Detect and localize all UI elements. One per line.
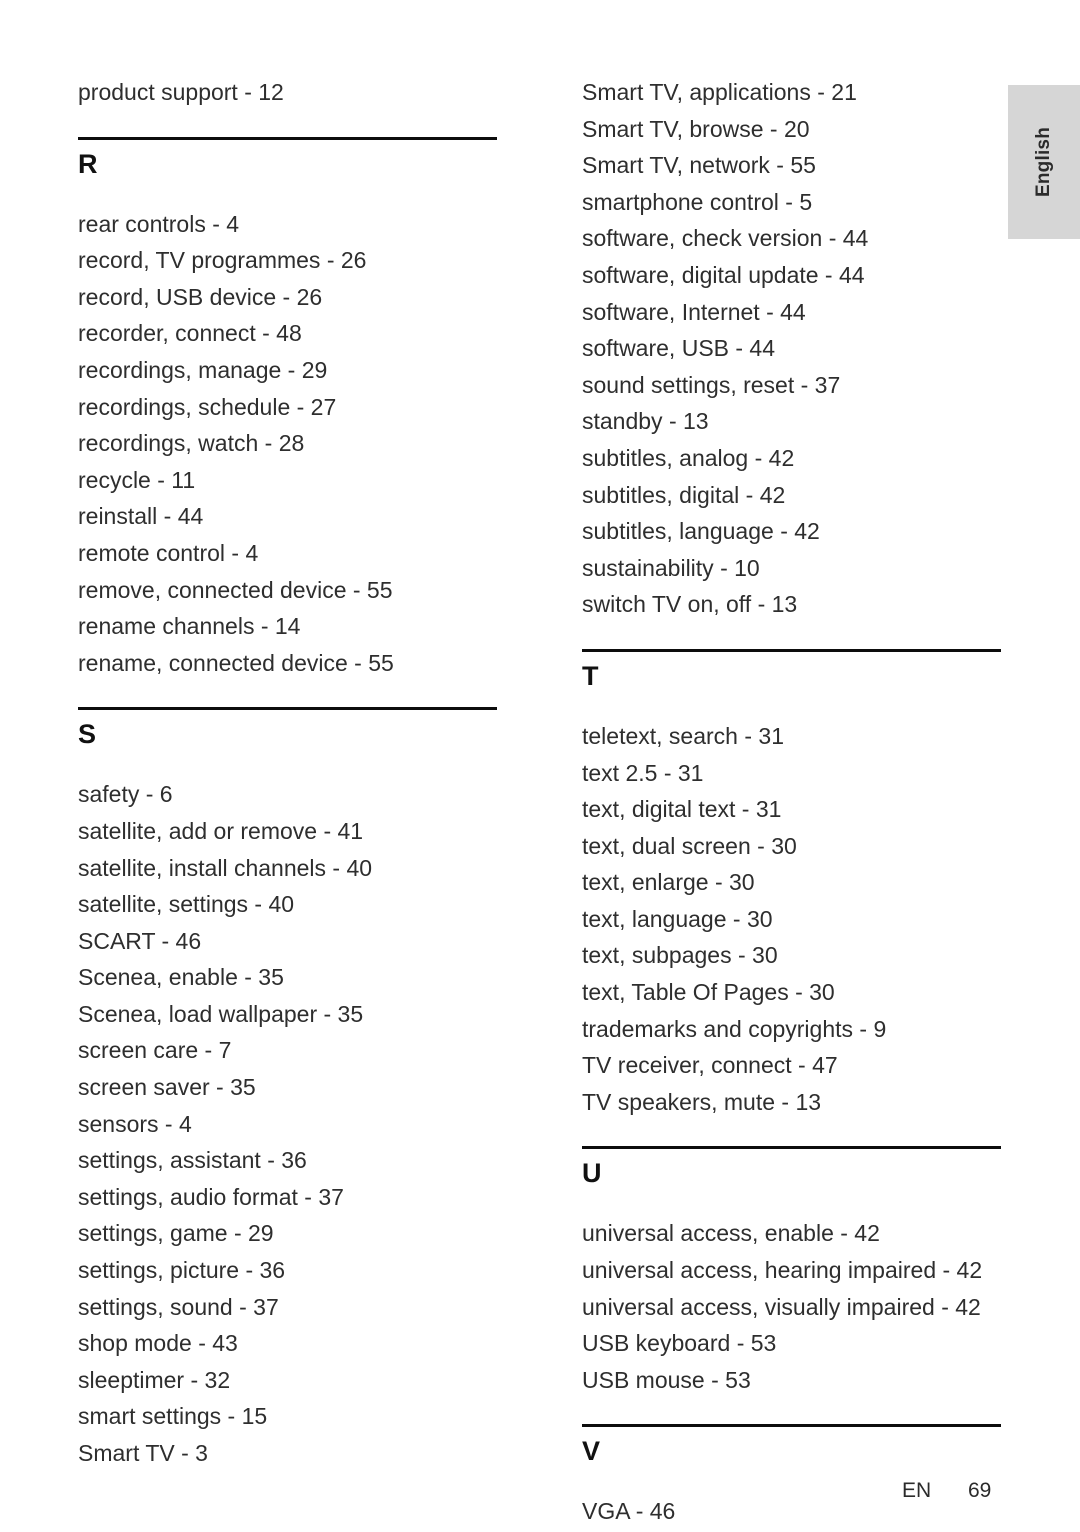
index-entry: software, Internet - 44 — [582, 298, 806, 325]
index-entry: safety - 6 — [78, 781, 173, 808]
index-page: English product support - 12 Rrear contro… — [0, 0, 1080, 1532]
index-entry: record, TV programmes - 26 — [78, 247, 367, 274]
index-entry: switch TV on, off - 13 — [582, 591, 798, 618]
index-entry: text 2.5 - 31 — [582, 759, 704, 786]
index-entry: text, language - 30 — [582, 905, 773, 932]
index-letter-section: S — [78, 707, 497, 776]
index-entry: subtitles, digital - 42 — [582, 481, 786, 508]
index-entry: text, digital text - 31 — [582, 796, 782, 823]
index-entry: shop mode - 43 — [78, 1330, 238, 1357]
index-entry: Smart TV, network - 55 — [582, 152, 816, 179]
index-entry: Scenea, enable - 35 — [78, 964, 284, 991]
index-column-left: product support - 12 Rrear controls - 4 re… — [78, 74, 497, 1472]
index-entry: Smart TV - 3 — [78, 1440, 208, 1466]
index-entry: sleeptimer - 32 — [78, 1366, 231, 1393]
index-entry: USB keyboard - 53 — [582, 1330, 777, 1357]
index-entry: screen care - 7 — [78, 1037, 232, 1064]
index-entry: teletext, search - 31 — [582, 722, 784, 749]
index-entry: record, USB device - 26 — [78, 283, 323, 310]
index-entry: recorder, connect - 48 — [78, 320, 302, 347]
index-entry: sustainability - 10 — [582, 554, 760, 581]
index-entry: Scenea, load wallpaper - 35 — [78, 1000, 364, 1027]
index-entry: software, USB - 44 — [582, 335, 776, 362]
index-entry: subtitles, language - 42 — [582, 518, 820, 545]
index-letter-heading: U — [582, 1158, 602, 1189]
index-entry: rename, connected device - 55 — [78, 649, 394, 676]
index-entry: sound settings, reset - 37 — [582, 371, 841, 398]
index-entry: recordings, schedule - 27 — [78, 393, 337, 420]
index-letter-heading: S — [78, 719, 97, 750]
index-entry: trademarks and copyrights - 9 — [582, 1015, 887, 1042]
index-entry: universal access, hearing impaired - 42 — [582, 1257, 983, 1284]
index-letter-section: U — [582, 1146, 1001, 1215]
footer-page-number: 69 — [968, 1479, 992, 1502]
index-letter-heading: T — [582, 660, 599, 691]
index-entry: TV speakers, mute - 13 — [582, 1088, 822, 1115]
index-entry: recordings, manage - 29 — [78, 356, 328, 383]
index-entry: rear controls - 4 — [78, 210, 240, 237]
index-entry: subtitles, analog - 42 — [582, 444, 795, 471]
index-entry: text, enlarge - 30 — [582, 869, 755, 896]
index-entry: screen saver - 35 — [78, 1074, 256, 1101]
index-entry: text, Table Of Pages - 30 — [582, 979, 835, 1006]
index-entry: satellite, settings - 40 — [78, 891, 295, 918]
footer-language-code: EN — [902, 1479, 932, 1502]
index-entry: text, dual screen - 30 — [582, 832, 797, 859]
index-entry: settings, picture - 36 — [78, 1257, 286, 1284]
index-entry: settings, sound - 37 — [78, 1293, 279, 1320]
index-entry: recycle - 11 — [78, 466, 196, 493]
index-entry: sensors - 4 — [78, 1110, 192, 1137]
page-footer: EN 69 — [0, 1479, 1080, 1511]
index-entry: remote control - 4 — [78, 539, 259, 566]
index-entry: reinstall - 44 — [78, 503, 204, 530]
language-tab-label: English — [1033, 126, 1054, 198]
index-entry: rename channels - 14 — [78, 613, 301, 640]
index-entry: software, check version - 44 — [582, 225, 869, 252]
index-entry: settings, game - 29 — [78, 1220, 274, 1247]
index-entry: universal access, visually impaired - 42 — [582, 1293, 981, 1320]
index-entry: smart settings - 15 — [78, 1403, 268, 1430]
index-letter-section: R — [78, 136, 497, 206]
index-entry: smartphone control - 5 — [582, 188, 813, 215]
language-side-tab: English — [1008, 85, 1080, 239]
index-letter-heading: R — [78, 148, 98, 179]
index-letter-section: T — [582, 648, 1001, 718]
index-entry: USB mouse - 53 — [582, 1366, 751, 1393]
index-entry: TV receiver, connect - 47 — [582, 1052, 838, 1079]
index-entry: satellite, install channels - 40 — [78, 854, 373, 881]
index-entry: remove, connected device - 55 — [78, 576, 393, 603]
index-entry: text, subpages - 30 — [582, 942, 778, 969]
index-entry: universal access, enable - 42 — [582, 1220, 880, 1247]
index-entry: software, digital update - 44 — [582, 261, 865, 288]
index-entry: satellite, add or remove - 41 — [78, 817, 364, 844]
index-entry: settings, assistant - 36 — [78, 1147, 307, 1174]
index-entry: product support - 12 — [78, 79, 284, 105]
index-entry: settings, audio format - 37 — [78, 1183, 344, 1210]
index-column-right: Smart TV, applications - 21 Smart TV, bro… — [582, 74, 1001, 1530]
index-entry: Smart TV, browse - 20 — [582, 115, 810, 142]
index-entry: SCART - 46 — [78, 927, 202, 954]
index-entry: Smart TV, applications - 21 — [582, 79, 857, 105]
index-entry: standby - 13 — [582, 408, 709, 435]
index-entry: recordings, watch - 28 — [78, 430, 305, 457]
